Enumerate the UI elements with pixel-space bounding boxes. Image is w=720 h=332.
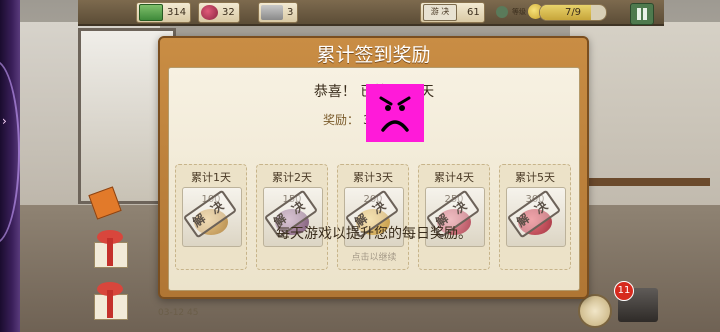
day-label: 累计4天 [434, 171, 474, 184]
reward-label: 奖励： [323, 113, 360, 127]
gift-box-icon-2[interactable] [88, 280, 132, 320]
day-label: 累计1天 [191, 171, 231, 184]
day-label: 累计3天 [353, 171, 393, 184]
pause-button[interactable] [630, 3, 654, 25]
level-label: 等级 [512, 7, 526, 16]
chevron-right-icon[interactable]: › [2, 114, 7, 128]
checkin-reward-dialog[interactable]: 累计签到奖励 恭喜！ 已签到 5 天 奖励：3 累计1天 100 解 决 累计2… [158, 36, 589, 299]
angry-face-icon [379, 96, 411, 132]
game-scene: › 314 32 3 游 决 61 等级 9 7/9 [0, 0, 720, 332]
phone-edge-panel: › [0, 0, 20, 332]
chip-value: 61 [467, 7, 480, 18]
cash-value: 314 [167, 7, 187, 18]
level-progress-text: 7/9 [564, 7, 582, 18]
candy-counter[interactable]: 32 [198, 2, 240, 23]
card-icon [261, 5, 283, 20]
notification-badge: 11 [614, 281, 634, 301]
candy-icon [201, 5, 218, 20]
date-label: 03-12 45 [158, 308, 199, 318]
chip-counter[interactable]: 游 决 61 [420, 2, 485, 23]
level-progress-bar: 7/9 [539, 4, 607, 21]
cash-icon [139, 4, 163, 21]
daily-reward-tip: 每天游戏以提升您的每日奖励。 [276, 226, 472, 242]
card-counter[interactable]: 3 [258, 2, 299, 23]
reward-line: 奖励：3 [323, 111, 371, 128]
clock-icon[interactable] [578, 294, 612, 328]
card-value: 3 [287, 7, 294, 18]
day-label: 累计2天 [272, 171, 312, 184]
edge-ring-decoration [0, 60, 20, 244]
chip-icon: 游 决 [423, 4, 457, 21]
wall-shelf [580, 178, 710, 186]
resource-bar: 314 32 3 游 决 61 等级 9 7/9 [78, 0, 664, 26]
dialog-title: 累计签到奖励 [316, 44, 431, 66]
tap-to-continue[interactable]: 点击以继续 [169, 250, 579, 263]
cash-counter[interactable]: 314 [136, 2, 192, 23]
candy-value: 32 [222, 7, 235, 18]
level-icon [496, 5, 508, 18]
gift-box-icon[interactable] [88, 228, 132, 268]
angry-face-sticker [366, 84, 424, 142]
day-label: 累计5天 [515, 171, 555, 184]
